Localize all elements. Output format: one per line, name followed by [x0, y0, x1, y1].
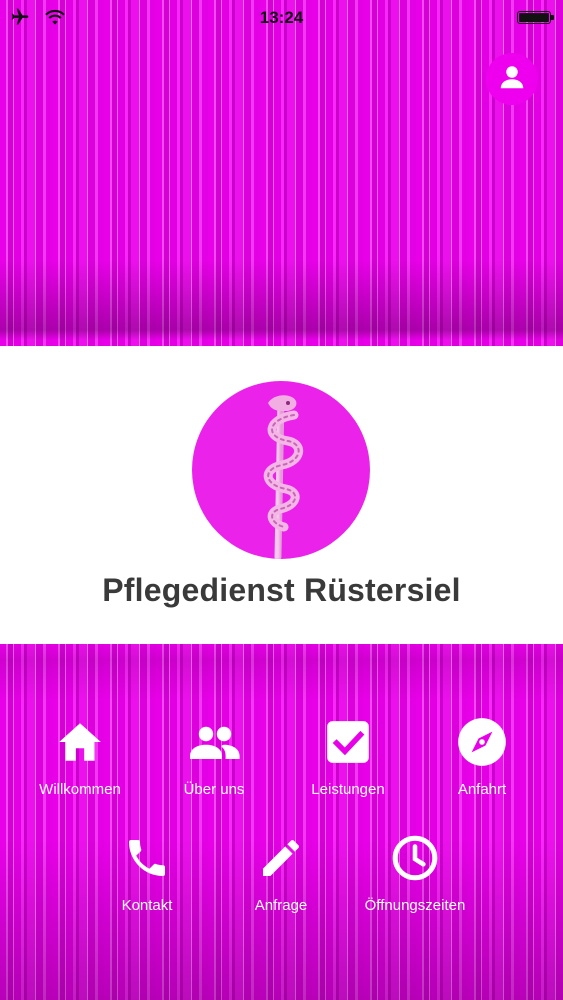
- status-time: 13:24: [259, 8, 304, 27]
- user-icon: [497, 62, 527, 97]
- nav-label: Kontakt: [121, 897, 173, 914]
- clock-icon: [390, 833, 440, 888]
- compass-icon: [456, 716, 508, 773]
- nav-leistungen[interactable]: Leistungen: [283, 717, 413, 798]
- nav-label: Leistungen: [311, 781, 385, 798]
- nav-oeffnungszeiten[interactable]: Öffnungszeiten: [350, 833, 480, 914]
- brand-title: Pflegedienst Rüstersiel: [102, 572, 461, 608]
- checkbox-icon: [323, 717, 373, 772]
- nav-willkommen[interactable]: Willkommen: [15, 717, 145, 798]
- nav-label: Öffnungszeiten: [364, 897, 466, 914]
- nav-label: Willkommen: [39, 781, 121, 798]
- nav-label: Anfrage: [254, 897, 308, 914]
- nav-anfrage[interactable]: Anfrage: [216, 833, 346, 914]
- phone-icon: [123, 834, 171, 887]
- home-icon: [55, 717, 105, 772]
- nav-label: Über uns: [183, 781, 245, 798]
- profile-button[interactable]: [486, 53, 538, 105]
- nav-kontakt[interactable]: Kontakt: [82, 833, 212, 914]
- nav-label: Anfahrt: [457, 781, 507, 798]
- group-icon: [186, 717, 242, 772]
- nav-anfahrt[interactable]: Anfahrt: [417, 717, 547, 798]
- rod-of-asclepius-icon: [192, 381, 370, 559]
- status-bar: 13:24: [0, 0, 563, 36]
- battery-icon: [517, 11, 554, 24]
- nav-ueber-uns[interactable]: Über uns: [149, 717, 279, 798]
- pencil-icon: [257, 834, 305, 887]
